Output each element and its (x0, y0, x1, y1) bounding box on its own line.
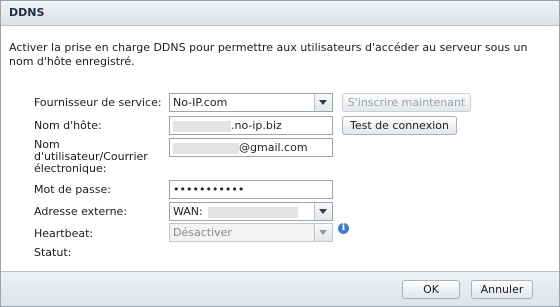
hostname-suffix: .no-ip.biz (231, 119, 282, 132)
external-address-label: Adresse externe: (34, 205, 128, 218)
heartbeat-select[interactable]: Désactiver (169, 223, 333, 242)
chevron-down-icon[interactable] (314, 94, 332, 111)
wan-prefix: WAN: (173, 205, 203, 218)
ddns-dialog: DDNS Activer la prise en charge DDNS pou… (0, 0, 560, 307)
title-bar: DDNS (1, 1, 559, 26)
heartbeat-value: Désactiver (173, 226, 232, 239)
register-now-button[interactable]: S'inscrire maintenant (342, 93, 471, 112)
username-input[interactable]: @gmail.com (169, 138, 333, 157)
hostname-input[interactable]: .no-ip.biz (169, 116, 333, 135)
provider-label: Fournisseur de service: (34, 96, 162, 109)
ok-button[interactable]: OK (402, 280, 460, 299)
status-label: Statut: (34, 246, 72, 259)
cancel-button[interactable]: Annuler (471, 280, 533, 299)
external-address-select[interactable]: WAN: (169, 202, 333, 221)
provider-select[interactable]: No-IP.com (169, 93, 333, 112)
username-suffix: @gmail.com (239, 141, 308, 154)
test-connection-button[interactable]: Test de connexion (342, 116, 457, 135)
chevron-down-icon[interactable] (314, 203, 332, 220)
chevron-down-icon[interactable] (314, 224, 332, 241)
redacted-username (173, 142, 239, 154)
username-label: Nom d'utilisateur/Courrier électronique: (34, 138, 148, 175)
password-value: ••••••••••• (173, 183, 245, 196)
password-input[interactable]: ••••••••••• (169, 180, 333, 199)
password-label: Mot de passe: (34, 183, 111, 196)
info-icon[interactable]: i (338, 223, 349, 234)
redacted-ip (208, 206, 299, 218)
heartbeat-label: Heartbeat: (34, 227, 94, 240)
provider-value: No-IP.com (173, 96, 228, 109)
dialog-title: DDNS (9, 6, 45, 19)
description-text: Activer la prise en charge DDNS pour per… (9, 41, 528, 68)
redacted-hostname (173, 120, 231, 132)
dialog-footer: OK Annuler (1, 271, 559, 306)
hostname-label: Nom d'hôte: (34, 119, 102, 132)
